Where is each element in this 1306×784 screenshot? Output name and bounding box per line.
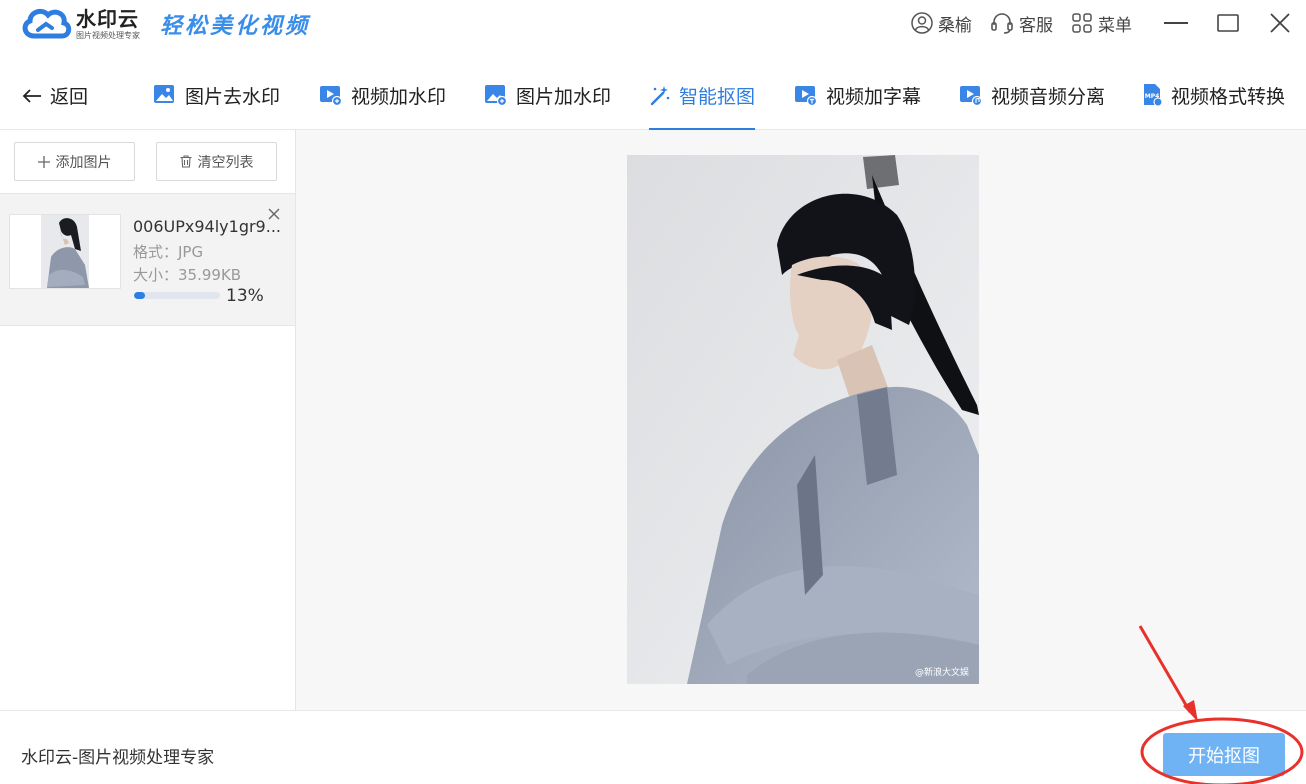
menu-button[interactable]: 菜单 [1071,11,1132,36]
add-image-button[interactable]: 添加图片 [14,142,135,181]
maximize-button[interactable] [1202,0,1254,46]
feature-nav: 返回 图片去水印 视频加水印 图片加水印 智能抠图 视频加字幕 视频音频分离 M… [0,60,1306,130]
progress-bar [134,292,220,299]
back-button[interactable]: 返回 [22,82,88,109]
tab-video-add-watermark[interactable]: 视频加水印 [319,60,446,130]
logo-name: 水印云 [76,7,139,31]
slogan: 轻松美化视频 [160,13,311,39]
progress-percent: 13% [226,286,264,306]
tab-video-format-convert[interactable]: MP4 视频格式转换 [1141,60,1285,130]
footer-text: 水印云-图片视频处理专家 [21,748,215,768]
plus-icon [37,155,50,168]
list-item[interactable]: 006UPx94ly1gr9... 格式：JPG 大小：35.99KB 13% [0,193,295,326]
preview-image: @新浪大文娱 [627,155,979,684]
headset-icon [991,13,1013,34]
logo-subtitle: 图片视频处理专家 [76,31,140,40]
close-window-button[interactable] [1254,0,1306,46]
tab-image-remove-watermark[interactable]: 图片去水印 [153,60,280,130]
portrait-photo [627,155,979,684]
video-audio-icon [960,86,983,106]
file-format: 格式：JPG [133,243,204,261]
menu-label: 菜单 [1098,15,1132,36]
tab-label: 视频加水印 [351,85,447,108]
tab-label: 视频加字幕 [826,85,922,108]
trash-icon [180,155,191,168]
image-icon [154,85,174,103]
minimize-button[interactable] [1150,0,1202,46]
back-label: 返回 [50,86,89,108]
service-label: 客服 [1019,15,1053,36]
preview-area: @新浪大文娱 [296,130,1306,710]
tab-label: 视频格式转换 [1171,85,1286,108]
maximize-icon [1217,14,1239,32]
file-size: 大小：35.99KB [133,266,242,284]
user-name: 桑榆 [938,15,972,36]
tab-label: 图片加水印 [516,85,612,108]
close-icon [1270,13,1290,33]
thumbnail-image [41,215,89,288]
file-thumbnail [9,214,121,289]
customer-service[interactable]: 客服 [990,11,1053,36]
tab-label: 图片去水印 [185,85,281,108]
progress-fill [134,292,146,299]
mp4-icon: MP4 [1144,84,1163,107]
video-plus-icon [320,86,343,106]
arrow-left-icon [22,88,41,103]
watermark-text: @新浪大文娱 [914,668,969,678]
tab-label: 视频音频分离 [991,85,1106,108]
tab-video-audio-separate[interactable]: 视频音频分离 [959,60,1105,130]
video-text-icon [795,86,818,106]
file-name: 006UPx94ly1gr9... [133,217,281,236]
start-cutout-button[interactable]: 开始抠图 [1163,733,1285,776]
grid-menu-icon [1072,13,1092,33]
tab-label: 智能抠图 [679,85,756,108]
app-logo: 水印云 图片视频处理专家 [20,4,140,44]
magic-wand-icon [650,86,670,106]
user-account[interactable]: 桑榆 [911,11,972,36]
footer-bar: 水印云-图片视频处理专家 开始抠图 [0,710,1306,784]
image-plus-icon [485,85,508,106]
minimize-icon [1164,22,1188,24]
clear-list-label: 清空列表 [197,154,254,171]
user-icon [911,12,933,34]
tab-smart-cutout[interactable]: 智能抠图 [649,60,756,130]
remove-file-icon[interactable] [267,207,281,221]
title-bar: 水印云 图片视频处理专家 轻松美化视频 桑榆 客服 菜单 [0,0,1306,60]
file-list-panel: 添加图片 清空列表 006UPx94ly1gr9... 格式：JPG 大小：35… [0,130,296,710]
tab-video-add-subtitles[interactable]: 视频加字幕 [794,60,921,130]
cloud-logo-icon [22,8,72,39]
tab-image-add-watermark[interactable]: 图片加水印 [484,60,611,130]
clear-list-button[interactable]: 清空列表 [156,142,277,181]
add-image-label: 添加图片 [55,154,112,171]
